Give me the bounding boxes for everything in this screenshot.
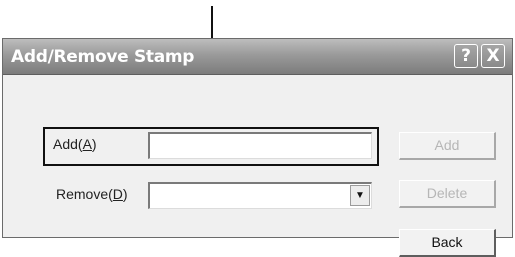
help-button[interactable]: ? [454, 44, 478, 68]
close-button[interactable]: X [481, 44, 505, 68]
dialog-body: Add(A) Remove(D) ▼ Add Delete Back [3, 75, 512, 257]
dialog-title: Add/Remove Stamp [11, 47, 195, 67]
add-button[interactable]: Add [399, 132, 496, 160]
remove-stamp-select[interactable]: ▼ [148, 182, 372, 209]
delete-button[interactable]: Delete [399, 180, 496, 208]
add-stamp-input[interactable] [148, 132, 372, 159]
back-button[interactable]: Back [399, 229, 496, 257]
chevron-down-icon[interactable]: ▼ [350, 185, 370, 206]
add-label: Add(A) [53, 136, 97, 152]
remove-label: Remove(D) [56, 186, 128, 202]
add-remove-stamp-dialog: Add/Remove Stamp ? X Add(A) Remove(D) ▼ … [2, 38, 513, 257]
title-bar: Add/Remove Stamp ? X [3, 39, 512, 75]
